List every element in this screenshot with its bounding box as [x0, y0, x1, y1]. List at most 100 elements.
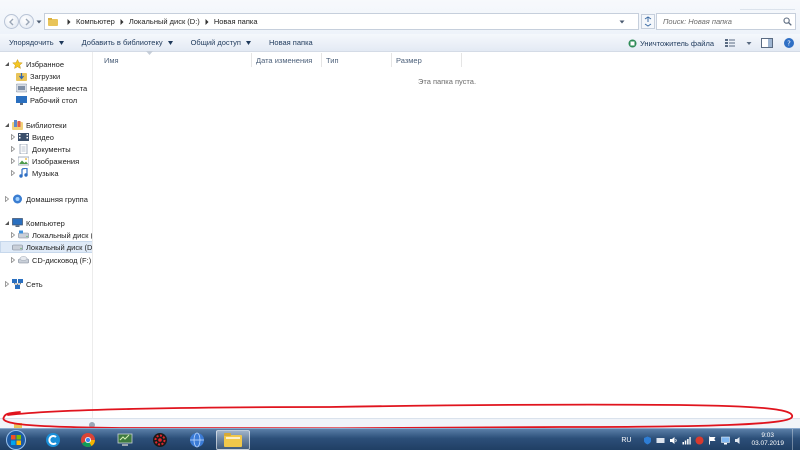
tree-item-label: Локальный диск (C: [32, 230, 93, 240]
breadcrumb-local-disk-d[interactable]: Локальный диск (D:): [129, 17, 200, 26]
column-header-label: Тип: [326, 55, 339, 65]
tree-item-local-disk-c[interactable]: Локальный диск (C: [10, 229, 93, 241]
address-bar-row: Компьютер Локальный диск (D:) Новая папк…: [0, 0, 800, 34]
share-with-label: Общий доступ: [190, 38, 241, 47]
system-drive-icon: [18, 230, 29, 239]
preview-pane-icon[interactable]: [760, 37, 774, 49]
refresh-icon[interactable]: [641, 14, 655, 29]
breadcrumb-computer[interactable]: Компьютер: [76, 17, 115, 26]
start-button-icon[interactable]: [3, 429, 29, 450]
tree-item-local-disk-d[interactable]: Локальный диск (D: [0, 241, 93, 253]
organize-label: Упорядочить: [9, 38, 54, 47]
back-button[interactable]: [4, 14, 19, 29]
tree-item-documents[interactable]: Документы: [10, 143, 71, 155]
breadcrumb-separator-icon[interactable]: [119, 18, 125, 26]
network-computer-icon[interactable]: [721, 436, 731, 445]
recent-pages-dropdown-icon[interactable]: [36, 19, 42, 25]
collapsed-arrow-icon[interactable]: [10, 232, 16, 238]
expanded-arrow-icon[interactable]: [4, 122, 10, 128]
taskbar-app-ccleaner[interactable]: [36, 430, 70, 450]
chevron-down-icon: [58, 40, 64, 45]
view-options-dropdown-icon[interactable]: [746, 37, 752, 49]
organize-button[interactable]: Упорядочить: [0, 34, 73, 52]
collapsed-arrow-icon[interactable]: [10, 158, 16, 164]
add-to-library-label: Добавить в библиотеку: [81, 38, 163, 47]
search-input[interactable]: Поиск: Новая папка: [656, 13, 796, 30]
collapsed-arrow-icon[interactable]: [4, 196, 10, 202]
help-icon[interactable]: ?: [782, 37, 796, 49]
address-field[interactable]: Компьютер Локальный диск (D:) Новая папк…: [44, 13, 639, 30]
tree-computer[interactable]: Компьютер: [4, 217, 65, 229]
add-to-library-button[interactable]: Добавить в библиотеку: [73, 34, 182, 52]
tree-item-cd-drive[interactable]: CD-дисковод (F:): [10, 254, 91, 266]
tree-libraries[interactable]: Библиотеки: [4, 119, 67, 131]
computer-icon: [12, 218, 23, 227]
expanded-arrow-icon[interactable]: [4, 220, 10, 226]
collapsed-arrow-icon[interactable]: [10, 170, 16, 176]
language-indicator[interactable]: RU: [621, 437, 631, 444]
ccleaner-icon: [46, 433, 60, 447]
file-list-pane[interactable]: Имя Дата изменения Тип Размер Эта папка …: [94, 51, 800, 420]
network-signal-icon[interactable]: [682, 436, 692, 445]
collapsed-arrow-icon[interactable]: [4, 281, 10, 287]
globe-icon: [190, 432, 204, 448]
breadcrumb-separator-icon[interactable]: [66, 18, 72, 26]
back-arrow-icon: [9, 18, 14, 26]
tree-item-label: Локальный диск (D: [26, 242, 93, 252]
collapsed-arrow-icon[interactable]: [10, 146, 16, 152]
libraries-icon: [12, 120, 23, 130]
forward-button[interactable]: [19, 14, 34, 29]
shield-tray-icon[interactable]: [643, 436, 652, 445]
taskbar-app-chrome[interactable]: [71, 430, 105, 450]
tree-item-label: Изображения: [32, 156, 80, 166]
column-header-size[interactable]: Размер: [392, 53, 462, 67]
collapsed-arrow-icon[interactable]: [10, 134, 16, 140]
taskbar-app-browser-globe[interactable]: [180, 430, 214, 450]
tree-item-pictures[interactable]: Изображения: [10, 155, 79, 167]
taskbar-app-monitor[interactable]: [108, 430, 142, 450]
tree-item-desktop[interactable]: Рабочий стол: [16, 94, 77, 106]
change-view-icon[interactable]: [724, 37, 738, 49]
command-bar: Упорядочить Добавить в библиотеку Общий …: [0, 34, 800, 52]
search-icon[interactable]: [783, 17, 792, 26]
tree-item-label: Недавние места: [30, 83, 88, 93]
tree-item-label: Музыка: [32, 168, 59, 178]
tree-item-downloads[interactable]: Загрузки: [16, 70, 60, 82]
show-desktop-button[interactable]: [792, 429, 800, 450]
breadcrumb-separator-icon[interactable]: [204, 18, 210, 26]
network-icon: [12, 279, 23, 289]
clock-date: 03.07.2019: [751, 440, 784, 447]
column-header-date-modified[interactable]: Дата изменения: [252, 53, 322, 67]
tree-item-label: Загрузки: [30, 71, 61, 81]
breadcrumb-new-folder[interactable]: Новая папка: [214, 17, 258, 26]
collapsed-arrow-icon[interactable]: [10, 257, 16, 263]
tree-favorites[interactable]: Избранное: [4, 58, 64, 70]
column-header-type[interactable]: Тип: [322, 53, 392, 67]
folder-icon: [48, 17, 58, 26]
column-header-name[interactable]: Имя: [100, 53, 252, 67]
tree-network[interactable]: Сеть: [4, 278, 43, 290]
pictures-library-icon: [18, 156, 29, 166]
expanded-arrow-icon[interactable]: [4, 61, 10, 67]
action-center-flag-icon[interactable]: [708, 436, 717, 445]
address-history-dropdown-icon[interactable]: [619, 19, 625, 25]
chevron-down-icon: [167, 40, 173, 45]
tree-item-video[interactable]: Видео: [10, 131, 54, 143]
window-caption-remnant: [740, 1, 795, 10]
tree-homegroup[interactable]: Домашняя группа: [4, 193, 88, 205]
taskbar-app-explorer[interactable]: [216, 430, 250, 450]
tree-network-label: Сеть: [26, 279, 43, 289]
command-bar-right: Уничтожитель файла ?: [622, 34, 800, 52]
file-shredder-button[interactable]: Уничтожитель файла: [622, 34, 720, 52]
new-folder-button[interactable]: Новая папка: [260, 34, 322, 52]
tree-item-music[interactable]: Музыка: [10, 167, 59, 179]
share-with-button[interactable]: Общий доступ: [182, 34, 260, 52]
tree-item-recent-places[interactable]: Недавние места: [16, 82, 87, 94]
antivirus-tray-icon[interactable]: [695, 436, 704, 445]
taskbar-app-red-gear[interactable]: [143, 430, 177, 450]
new-folder-label: Новая папка: [268, 38, 313, 47]
keyboard-tray-icon[interactable]: [656, 436, 665, 445]
speaker-tray-icon[interactable]: [734, 436, 743, 445]
clock[interactable]: 9:03 03.07.2019: [751, 432, 784, 448]
volume-icon[interactable]: [669, 436, 678, 445]
